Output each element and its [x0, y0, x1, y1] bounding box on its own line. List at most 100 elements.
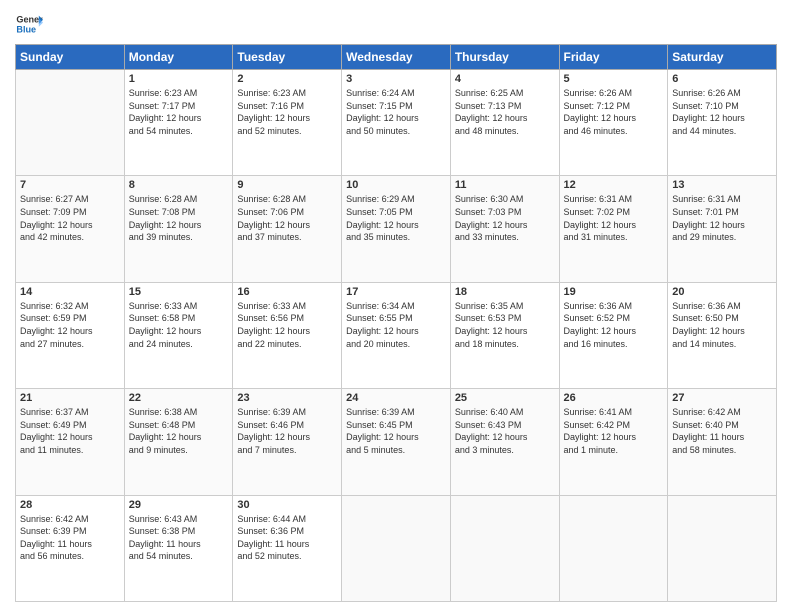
calendar-cell: 11 Sunrise: 6:30 AM Sunset: 7:03 PM Dayli…	[450, 176, 559, 282]
calendar-cell: 16 Sunrise: 6:33 AM Sunset: 6:56 PM Dayli…	[233, 282, 342, 388]
day-info: Sunrise: 6:34 AM Sunset: 6:55 PM Dayligh…	[346, 300, 446, 350]
day-number: 21	[20, 392, 120, 404]
calendar-cell: 4 Sunrise: 6:25 AM Sunset: 7:13 PM Daylig…	[450, 70, 559, 176]
day-number: 17	[346, 286, 446, 298]
day-info: Sunrise: 6:39 AM Sunset: 6:46 PM Dayligh…	[237, 406, 337, 456]
day-info: Sunrise: 6:29 AM Sunset: 7:05 PM Dayligh…	[346, 193, 446, 243]
calendar-cell: 26Sunrise: 6:41 AM Sunset: 6:42 PM Dayli…	[559, 389, 668, 495]
week-row-1: 7 Sunrise: 6:27 AM Sunset: 7:09 PM Daylig…	[16, 176, 777, 282]
day-info: Sunrise: 6:26 AM Sunset: 7:10 PM Dayligh…	[672, 87, 772, 137]
day-info: Sunrise: 6:42 AM Sunset: 6:40 PM Dayligh…	[672, 406, 772, 456]
weekday-header-friday: Friday	[559, 45, 668, 70]
day-info: Sunrise: 6:32 AM Sunset: 6:59 PM Dayligh…	[20, 300, 120, 350]
day-number: 18	[455, 286, 555, 298]
header: General Blue	[15, 10, 777, 38]
calendar-cell: 25 Sunrise: 6:40 AM Sunset: 6:43 PM Dayli…	[450, 389, 559, 495]
calendar-cell: 14 Sunrise: 6:32 AM Sunset: 6:59 PM Dayli…	[16, 282, 125, 388]
day-number: 13	[672, 179, 772, 191]
day-number: 7	[20, 179, 120, 191]
day-number: 24	[346, 392, 446, 404]
day-info: Sunrise: 6:26 AM Sunset: 7:12 PM Dayligh…	[564, 87, 664, 137]
day-info: Sunrise: 6:38 AM Sunset: 6:48 PM Dayligh…	[129, 406, 229, 456]
day-info: Sunrise: 6:35 AM Sunset: 6:53 PM Dayligh…	[455, 300, 555, 350]
day-number: 22	[129, 392, 229, 404]
weekday-header-saturday: Saturday	[668, 45, 777, 70]
day-number: 19	[564, 286, 664, 298]
day-number: 16	[237, 286, 337, 298]
calendar-cell: 27 Sunrise: 6:42 AM Sunset: 6:40 PM Dayli…	[668, 389, 777, 495]
calendar-cell: 22 Sunrise: 6:38 AM Sunset: 6:48 PM Dayli…	[124, 389, 233, 495]
day-info: Sunrise: 6:36 AM Sunset: 6:52 PM Dayligh…	[564, 300, 664, 350]
calendar-cell: 13 Sunrise: 6:31 AM Sunset: 7:01 PM Dayli…	[668, 176, 777, 282]
day-info: Sunrise: 6:43 AM Sunset: 6:38 PM Dayligh…	[129, 513, 229, 563]
day-info: Sunrise: 6:36 AM Sunset: 6:50 PM Dayligh…	[672, 300, 772, 350]
day-number: 15	[129, 286, 229, 298]
day-info: Sunrise: 6:28 AM Sunset: 7:08 PM Dayligh…	[129, 193, 229, 243]
day-info: Sunrise: 6:31 AM Sunset: 7:02 PM Dayligh…	[564, 193, 664, 243]
day-info: Sunrise: 6:27 AM Sunset: 7:09 PM Dayligh…	[20, 193, 120, 243]
day-number: 2	[237, 73, 337, 85]
day-info: Sunrise: 6:33 AM Sunset: 6:56 PM Dayligh…	[237, 300, 337, 350]
day-number: 27	[672, 392, 772, 404]
calendar-cell: 24 Sunrise: 6:39 AM Sunset: 6:45 PM Dayli…	[342, 389, 451, 495]
calendar-cell: 17 Sunrise: 6:34 AM Sunset: 6:55 PM Dayli…	[342, 282, 451, 388]
calendar-cell: 6 Sunrise: 6:26 AM Sunset: 7:10 PM Daylig…	[668, 70, 777, 176]
weekday-header-sunday: Sunday	[16, 45, 125, 70]
day-number: 9	[237, 179, 337, 191]
calendar-cell: 8Sunrise: 6:28 AM Sunset: 7:08 PM Daylig…	[124, 176, 233, 282]
logo: General Blue	[15, 10, 43, 38]
week-row-4: 28Sunrise: 6:42 AM Sunset: 6:39 PM Dayli…	[16, 495, 777, 601]
calendar-cell: 28Sunrise: 6:42 AM Sunset: 6:39 PM Dayli…	[16, 495, 125, 601]
page: General Blue SundayMondayTuesdayWednesda…	[0, 0, 792, 612]
day-number: 30	[237, 499, 337, 511]
day-number: 12	[564, 179, 664, 191]
day-number: 25	[455, 392, 555, 404]
weekday-header-monday: Monday	[124, 45, 233, 70]
logo-icon: General Blue	[15, 10, 43, 38]
weekday-header-wednesday: Wednesday	[342, 45, 451, 70]
calendar-cell: 30Sunrise: 6:44 AM Sunset: 6:36 PM Dayli…	[233, 495, 342, 601]
calendar-cell	[668, 495, 777, 601]
calendar-cell: 10Sunrise: 6:29 AM Sunset: 7:05 PM Dayli…	[342, 176, 451, 282]
calendar-cell: 9 Sunrise: 6:28 AM Sunset: 7:06 PM Daylig…	[233, 176, 342, 282]
weekday-header-tuesday: Tuesday	[233, 45, 342, 70]
calendar-cell	[450, 495, 559, 601]
day-number: 26	[564, 392, 664, 404]
day-number: 28	[20, 499, 120, 511]
day-info: Sunrise: 6:25 AM Sunset: 7:13 PM Dayligh…	[455, 87, 555, 137]
calendar-cell	[16, 70, 125, 176]
day-info: Sunrise: 6:23 AM Sunset: 7:17 PM Dayligh…	[129, 87, 229, 137]
calendar-cell: 15 Sunrise: 6:33 AM Sunset: 6:58 PM Dayli…	[124, 282, 233, 388]
day-info: Sunrise: 6:40 AM Sunset: 6:43 PM Dayligh…	[455, 406, 555, 456]
day-info: Sunrise: 6:23 AM Sunset: 7:16 PM Dayligh…	[237, 87, 337, 137]
svg-text:Blue: Blue	[16, 24, 36, 34]
calendar-cell: 3Sunrise: 6:24 AM Sunset: 7:15 PM Daylig…	[342, 70, 451, 176]
calendar-cell: 2 Sunrise: 6:23 AM Sunset: 7:16 PM Daylig…	[233, 70, 342, 176]
day-info: Sunrise: 6:37 AM Sunset: 6:49 PM Dayligh…	[20, 406, 120, 456]
calendar-cell	[342, 495, 451, 601]
week-row-3: 21 Sunrise: 6:37 AM Sunset: 6:49 PM Dayli…	[16, 389, 777, 495]
calendar-cell: 5Sunrise: 6:26 AM Sunset: 7:12 PM Daylig…	[559, 70, 668, 176]
calendar-cell: 20Sunrise: 6:36 AM Sunset: 6:50 PM Dayli…	[668, 282, 777, 388]
calendar-cell: 7 Sunrise: 6:27 AM Sunset: 7:09 PM Daylig…	[16, 176, 125, 282]
day-number: 6	[672, 73, 772, 85]
day-info: Sunrise: 6:24 AM Sunset: 7:15 PM Dayligh…	[346, 87, 446, 137]
day-info: Sunrise: 6:33 AM Sunset: 6:58 PM Dayligh…	[129, 300, 229, 350]
calendar-cell: 19 Sunrise: 6:36 AM Sunset: 6:52 PM Dayli…	[559, 282, 668, 388]
day-info: Sunrise: 6:31 AM Sunset: 7:01 PM Dayligh…	[672, 193, 772, 243]
day-number: 14	[20, 286, 120, 298]
calendar-cell: 12 Sunrise: 6:31 AM Sunset: 7:02 PM Dayli…	[559, 176, 668, 282]
week-row-0: 1 Sunrise: 6:23 AM Sunset: 7:17 PM Daylig…	[16, 70, 777, 176]
calendar-cell: 18 Sunrise: 6:35 AM Sunset: 6:53 PM Dayli…	[450, 282, 559, 388]
day-number: 11	[455, 179, 555, 191]
calendar-cell: 29 Sunrise: 6:43 AM Sunset: 6:38 PM Dayli…	[124, 495, 233, 601]
day-info: Sunrise: 6:28 AM Sunset: 7:06 PM Dayligh…	[237, 193, 337, 243]
calendar-cell: 23 Sunrise: 6:39 AM Sunset: 6:46 PM Dayli…	[233, 389, 342, 495]
day-number: 4	[455, 73, 555, 85]
calendar-table: SundayMondayTuesdayWednesdayThursdayFrid…	[15, 44, 777, 602]
day-number: 1	[129, 73, 229, 85]
day-info: Sunrise: 6:39 AM Sunset: 6:45 PM Dayligh…	[346, 406, 446, 456]
day-info: Sunrise: 6:30 AM Sunset: 7:03 PM Dayligh…	[455, 193, 555, 243]
day-number: 23	[237, 392, 337, 404]
day-number: 29	[129, 499, 229, 511]
